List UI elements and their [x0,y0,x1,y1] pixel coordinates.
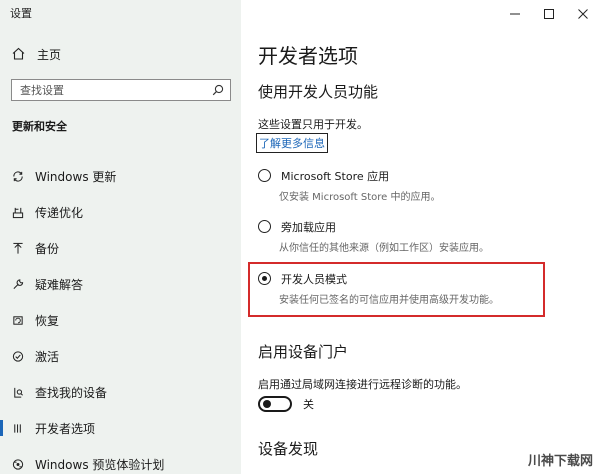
sidebar-item-label: Windows 预览体验计划 [35,457,165,472]
home-label: 主页 [37,48,62,62]
sidebar-item-label: 查找我的设备 [35,385,108,400]
radio-hint: 仅安装 Microsoft Store 中的应用。 [279,192,441,203]
find-device-icon [12,385,24,399]
main-content: 开发者选项 使用开发人员功能 这些设置只用于开发。 了解更多信息 Microso… [241,0,600,474]
maximize-icon [544,4,554,23]
settings-sidebar: 设置 主页 查找设置 更新和安全 Windows 更新 传递优化 备份 疑难解答… [0,0,241,474]
toggle-switch[interactable] [258,396,292,412]
sidebar-item-find-my-device[interactable]: 查找我的设备 [0,374,241,410]
radio-label: 旁加载应用 [281,221,336,234]
window-controls [498,0,600,26]
learn-more-link[interactable]: 了解更多信息 [256,133,328,153]
toggle-state-label: 关 [303,398,314,411]
sidebar-item-label: 传递优化 [35,205,84,220]
radio-hint: 从你信任的其他来源（例如工作区）安装应用。 [279,243,489,254]
dev-features-description: 这些设置只用于开发。 [258,118,368,131]
device-portal-heading: 启用设备门户 [258,343,349,361]
maximize-button[interactable] [532,0,566,26]
sidebar-item-developer-options[interactable]: 开发者选项 [0,410,241,446]
radio-sideload-apps[interactable]: 旁加载应用 从你信任的其他来源（例如工作区）安装应用。 [258,219,489,254]
developer-icon [12,421,24,435]
sidebar-item-label: 恢复 [35,313,60,328]
recovery-icon [12,313,24,327]
watermark-logo: 川神下载网 [524,449,596,470]
home-nav-item[interactable]: 主页 [12,46,61,63]
delivery-optimization-icon [12,205,24,219]
radio-hint: 安装任何已签名的可信应用并使用高级开发功能。 [279,295,499,306]
sidebar-item-label: 疑难解答 [35,277,84,292]
radio-button[interactable] [258,220,271,233]
home-icon [12,47,25,63]
dev-features-heading: 使用开发人员功能 [258,83,379,101]
page-title: 开发者选项 [258,44,358,68]
minimize-icon [510,4,520,23]
sidebar-item-delivery-optimization[interactable]: 传递优化 [0,194,241,230]
sidebar-nav: Windows 更新 传递优化 备份 疑难解答 恢复 激活 查找我的设备 开发者… [0,158,241,474]
section-title: 更新和安全 [12,120,67,133]
activation-icon [12,349,24,363]
wrench-icon [12,277,24,291]
window-title: 设置 [10,7,32,20]
device-discovery-heading: 设备发现 [258,440,319,458]
minimize-button[interactable] [498,0,532,26]
search-placeholder: 查找设置 [20,84,64,97]
sidebar-item-label: 备份 [35,241,60,256]
sidebar-item-recovery[interactable]: 恢复 [0,302,241,338]
radio-button[interactable] [258,169,271,182]
device-portal-description: 启用通过局域网连接进行远程诊断的功能。 [258,378,467,391]
sidebar-item-label: 开发者选项 [35,421,96,436]
sidebar-item-troubleshoot[interactable]: 疑难解答 [0,266,241,302]
sync-icon [12,169,24,183]
close-icon [578,4,588,23]
sidebar-item-label: 激活 [35,349,60,364]
insider-icon [12,457,24,471]
search-input[interactable]: 查找设置 [11,79,231,101]
sidebar-item-windows-insider[interactable]: Windows 预览体验计划 [0,446,241,474]
radio-developer-mode[interactable]: 开发人员模式 安装任何已签名的可信应用并使用高级开发功能。 [258,271,499,306]
radio-button-selected[interactable] [258,272,271,285]
search-icon[interactable] [212,81,224,100]
radio-label: 开发人员模式 [281,273,347,286]
backup-icon [12,241,24,255]
sidebar-item-windows-update[interactable]: Windows 更新 [0,158,241,194]
radio-label: Microsoft Store 应用 [281,170,390,183]
device-portal-toggle[interactable]: 关 [258,396,314,412]
sidebar-item-backup[interactable]: 备份 [0,230,241,266]
sidebar-item-label: Windows 更新 [35,169,117,184]
sidebar-item-activation[interactable]: 激活 [0,338,241,374]
radio-store-apps[interactable]: Microsoft Store 应用 仅安装 Microsoft Store 中… [258,168,440,203]
close-button[interactable] [566,0,600,26]
